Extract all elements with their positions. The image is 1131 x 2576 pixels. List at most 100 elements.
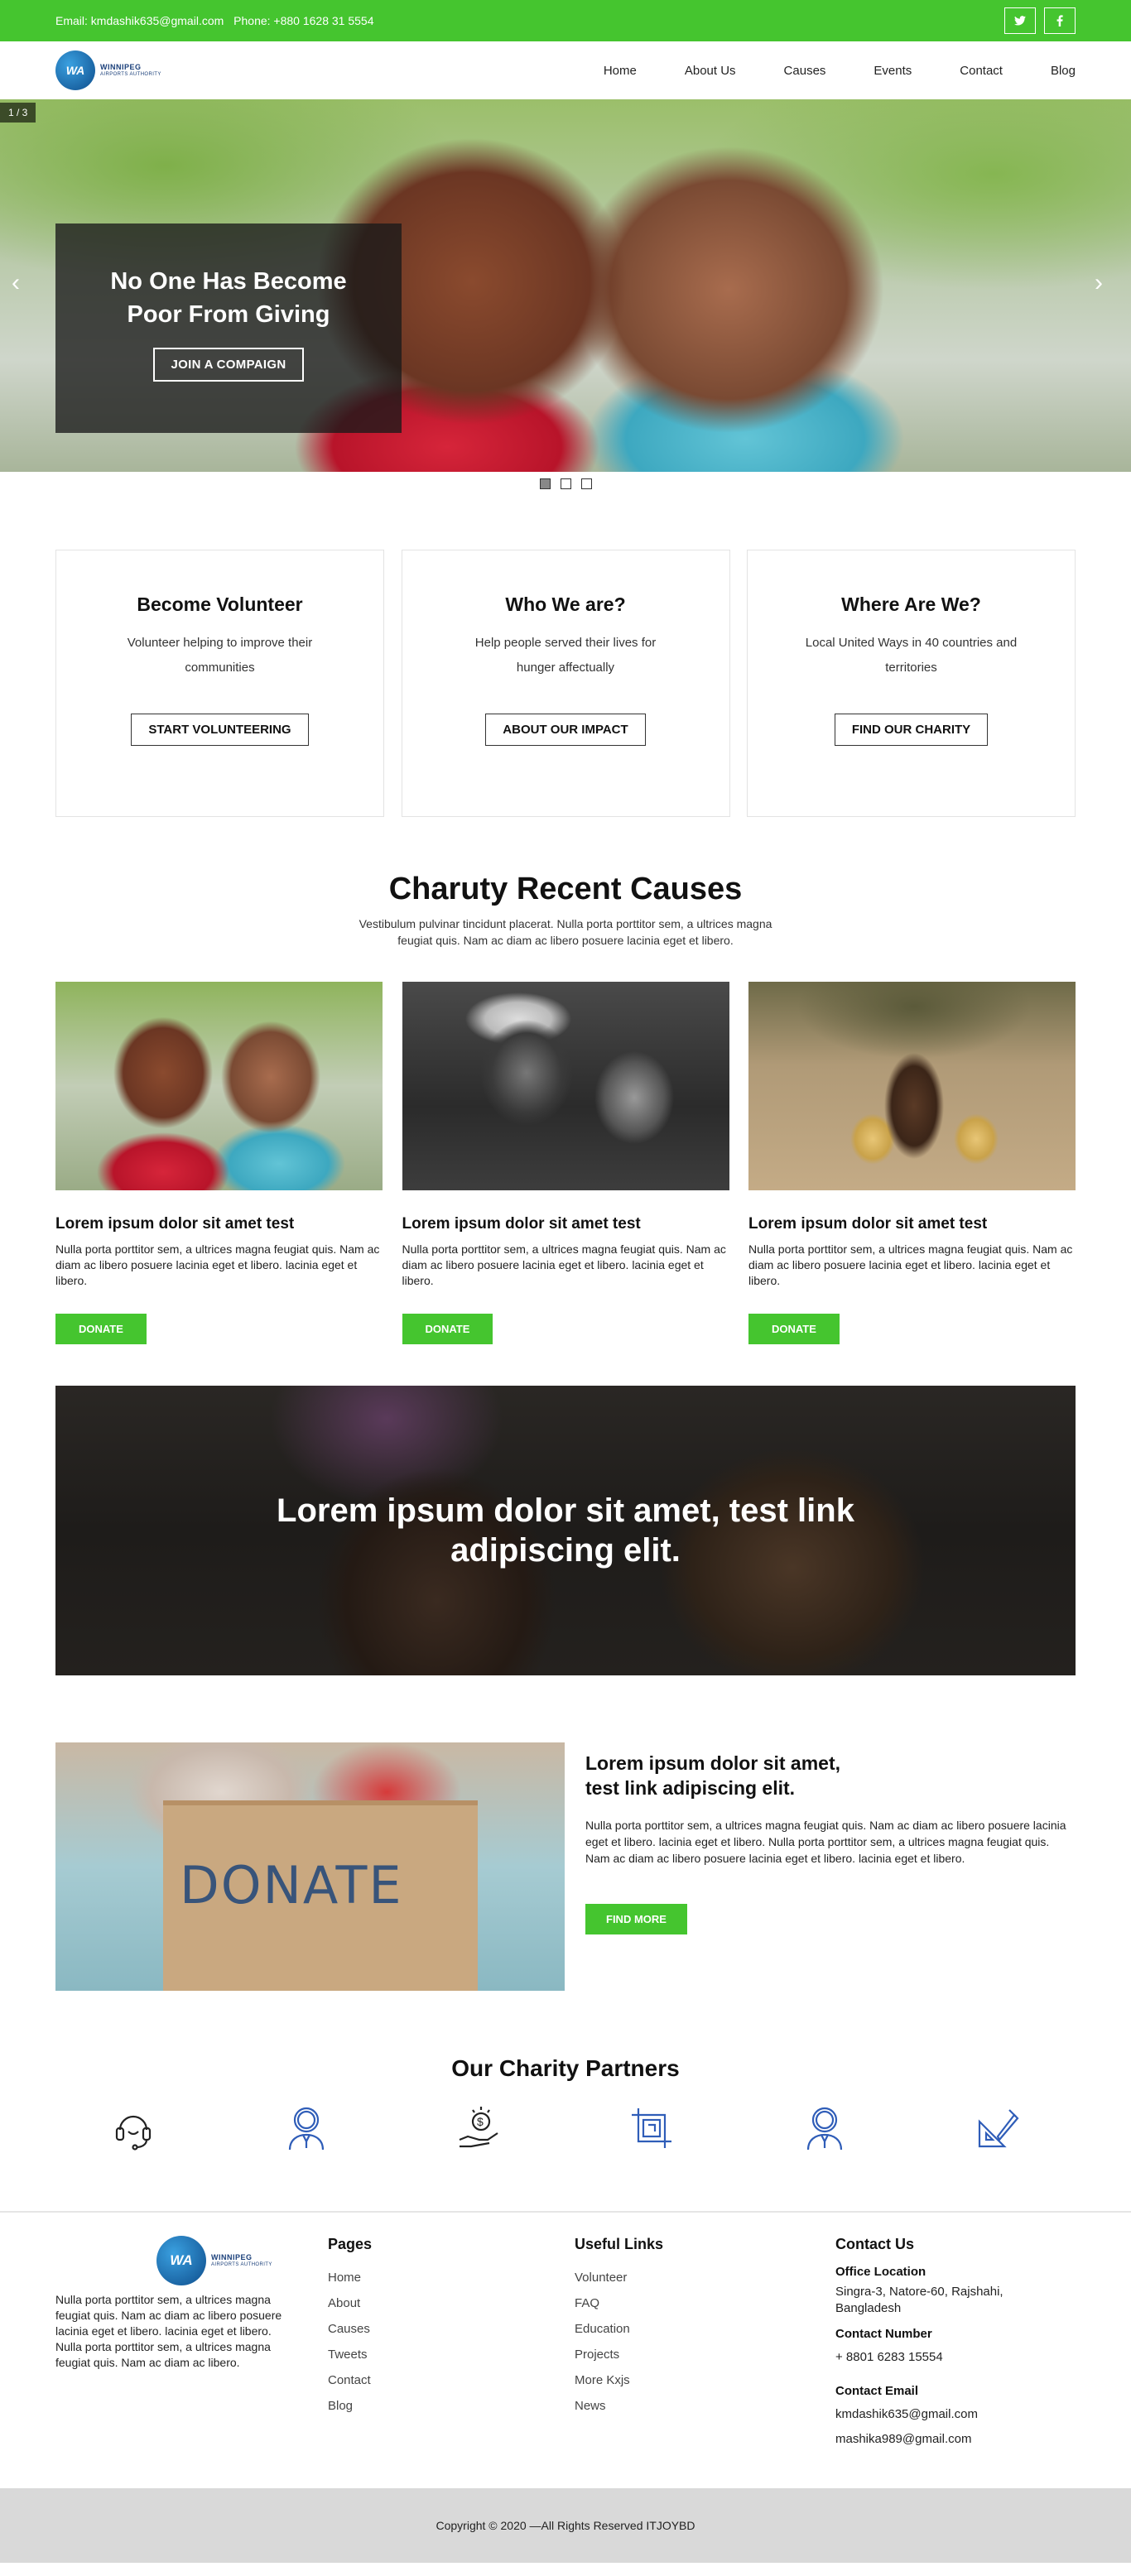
join-campaign-button[interactable]: JOIN A COMPAIGN [152,348,305,382]
slider-dot-3[interactable] [580,478,592,489]
footer-link-tweets[interactable]: Tweets [328,2342,575,2367]
donate-button[interactable]: DONATE [748,1314,840,1344]
slider-dot-2[interactable] [560,478,571,489]
causes-subtitle: Vestibulum pulvinar tincidunt placerat. … [359,917,772,947]
hero-slider: 1 / 3 ‹ › No One Has Become Poor From Gi… [0,99,1131,472]
footer-link-about[interactable]: About [328,2290,575,2316]
feature-cards: Become Volunteer Volunteer helping to im… [55,550,1076,817]
footer-link-home[interactable]: Home [328,2265,575,2290]
footer-pages: Pages Home About Causes Tweets Contact B… [328,2236,575,2448]
design-tools-icon[interactable] [973,2103,1023,2153]
footer-about: WA WINNIPEG AIRPORTS AUTHORITY Nulla por… [55,2236,328,2448]
support-agent-icon[interactable] [282,2103,331,2153]
footer-link-news[interactable]: News [575,2393,835,2419]
headset-icon[interactable] [108,2103,158,2153]
office-location-value: Singra-3, Natore-60, Rajshahi, Banglades… [835,2285,1003,2315]
footer-link-education[interactable]: Education [575,2316,835,2342]
top-bar: Email: kmdashik635@gmail.com Phone: +880… [0,0,1131,41]
cause-title[interactable]: Lorem ipsum dolor sit amet test [748,1215,1076,1233]
about-title: Lorem ipsum dolor sit amet, test link ad… [585,1752,840,1799]
feature-text: Local United Ways in 40 countries and te… [805,636,1018,675]
facebook-icon [1056,15,1063,26]
contact-email-1[interactable]: kmdashik635@gmail.com [835,2406,1026,2423]
contact-number-label: Contact Number [835,2327,932,2341]
hero-title: No One Has Become Poor From Giving [110,268,347,328]
causes-list: Lorem ipsum dolor sit amet test Nulla po… [55,982,1076,1344]
top-contact-info: Email: kmdashik635@gmail.com Phone: +880… [55,14,381,27]
footer-link-volunteer[interactable]: Volunteer [575,2265,835,2290]
logo-mark: WA [55,50,95,90]
footer-link-blog[interactable]: Blog [328,2393,575,2419]
find-more-button[interactable]: FIND MORE [585,1904,687,1934]
nav-blog[interactable]: Blog [1051,64,1076,78]
feature-title: Become Volunteer [137,594,303,615]
svg-text:$: $ [477,2115,484,2128]
footer-about-text: Nulla porta porttitor sem, a ultrices ma… [55,2293,282,2369]
footer-contact: Contact Us Office Location Singra-3, Nat… [835,2236,1026,2448]
donate-box-image: DONATE [55,1742,565,1991]
feature-card: Become Volunteer Volunteer helping to im… [55,550,384,817]
about-text: Nulla porta porttitor sem, a ultrices ma… [585,1819,1066,1865]
nav-causes[interactable]: Causes [784,64,826,78]
office-location-label: Office Location [835,2265,926,2279]
feature-text: Volunteer helping to improve their commu… [127,636,313,675]
cause-image[interactable] [55,982,383,1190]
feature-text: Help people served their lives for hunge… [474,636,657,675]
facebook-button[interactable] [1044,7,1076,34]
footer-link-projects[interactable]: Projects [575,2342,835,2367]
site-logo[interactable]: WA WINNIPEG AIRPORTS AUTHORITY [55,50,161,90]
donate-button[interactable]: DONATE [55,1314,147,1344]
slide-counter: 1 / 3 [0,103,36,123]
twitter-button[interactable] [1004,7,1036,34]
feature-card: Where Are We? Local United Ways in 40 co… [747,550,1076,817]
copyright-bar: Copyright © 2020 —All Rights Reserved IT… [0,2488,1131,2563]
about-our-impact-button[interactable]: ABOUT OUR IMPACT [485,714,646,746]
main-menu: Home About Us Causes Events Contact Blog [556,64,1076,78]
twitter-icon [1014,16,1026,26]
dollar-hand-icon[interactable]: $ [455,2103,504,2153]
contact-email-label: Contact Email [835,2384,919,2398]
cause-title[interactable]: Lorem ipsum dolor sit amet test [402,1215,729,1233]
partners-logos: $ [55,2103,1076,2153]
nav-events[interactable]: Events [874,64,912,78]
support-agent-icon[interactable] [800,2103,849,2153]
causes-header: Charuty Recent Causes Vestibulum pulvina… [55,872,1076,949]
cta-banner: Lorem ipsum dolor sit amet, test link ad… [55,1386,1076,1675]
cause-image[interactable] [402,982,729,1190]
footer-logo-sub: AIRPORTS AUTHORITY [211,2261,272,2267]
feature-title: Who We are? [505,594,626,615]
footer-link-more[interactable]: More Kxjs [575,2367,835,2393]
copyright-text: Copyright © 2020 —All Rights Reserved IT… [436,2519,695,2532]
social-links [1004,7,1076,34]
cause-image[interactable] [748,982,1076,1190]
top-phone: Phone: +880 1628 31 5554 [233,14,374,27]
causes-title: Charuty Recent Causes [388,872,743,906]
crop-tool-icon[interactable] [627,2103,676,2153]
cause-card: Lorem ipsum dolor sit amet test Nulla po… [402,982,729,1344]
footer-link-contact[interactable]: Contact [328,2367,575,2393]
slider-next-arrow-icon[interactable]: › [1095,269,1103,297]
footer-link-faq[interactable]: FAQ [575,2290,835,2316]
cause-title[interactable]: Lorem ipsum dolor sit amet test [55,1215,383,1233]
footer-logo[interactable]: WA WINNIPEG AIRPORTS AUTHORITY [156,2236,328,2285]
top-email: Email: kmdashik635@gmail.com [55,14,224,27]
nav-about-us[interactable]: About Us [685,64,736,78]
start-volunteering-button[interactable]: START VOLUNTEERING [131,714,309,746]
contact-email-2[interactable]: mashika989@gmail.com [835,2431,1026,2448]
cause-text: Nulla porta porttitor sem, a ultrices ma… [55,1242,380,1287]
slider-prev-arrow-icon[interactable]: ‹ [12,269,20,297]
footer-useful-links: Useful Links Volunteer FAQ Education Pro… [575,2236,835,2448]
contact-number-value[interactable]: + 8801 6283 15554 [835,2349,1026,2366]
banner-title: Lorem ipsum dolor sit amet, test link ad… [277,1492,854,1569]
donate-box: DONATE [163,1800,478,1991]
donate-button[interactable]: DONATE [402,1314,493,1344]
slider-dot-1[interactable] [539,478,551,489]
nav-home[interactable]: Home [604,64,637,78]
cause-card: Lorem ipsum dolor sit amet test Nulla po… [55,982,383,1344]
find-our-charity-button[interactable]: FIND OUR CHARITY [834,714,989,746]
footer-link-causes[interactable]: Causes [328,2316,575,2342]
footer-pages-title: Pages [328,2236,373,2252]
cause-text: Nulla porta porttitor sem, a ultrices ma… [748,1242,1073,1287]
site-footer: WA WINNIPEG AIRPORTS AUTHORITY Nulla por… [0,2211,1131,2488]
nav-contact[interactable]: Contact [960,64,1003,78]
